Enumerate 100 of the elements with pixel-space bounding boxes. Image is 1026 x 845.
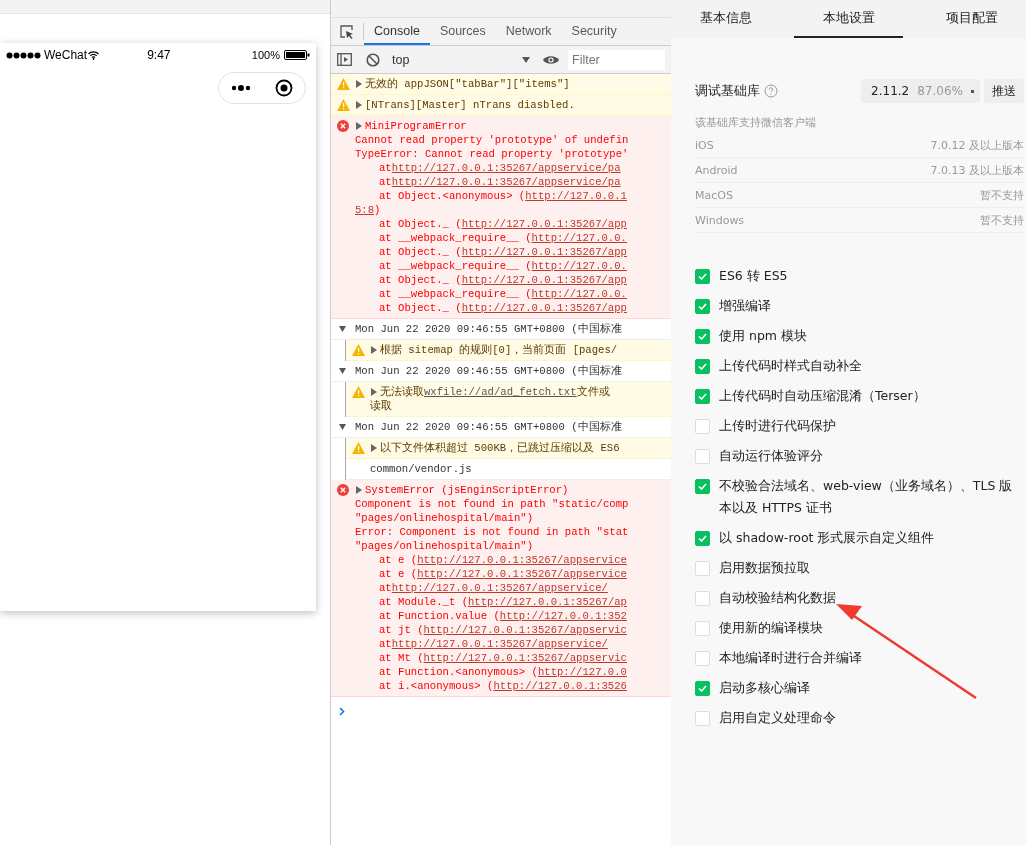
error-icon <box>337 120 349 132</box>
devtools-tab[interactable]: Security <box>561 18 627 45</box>
log-text: at <box>379 581 392 595</box>
checkbox[interactable] <box>695 269 710 284</box>
log-link[interactable]: http://127.0.0.1:352 <box>499 609 627 623</box>
log-link[interactable]: http://127.0.0.1:35267/app <box>461 273 627 287</box>
library-label: 调试基础库 <box>695 82 760 100</box>
error-icon <box>337 484 349 496</box>
log-text: at jt ( <box>379 623 424 637</box>
check-icon <box>698 483 707 490</box>
prompt-chevron-icon <box>339 707 345 716</box>
expand-triangle-icon[interactable] <box>370 388 377 396</box>
error-title: MiniProgramError <box>365 119 467 133</box>
log-link[interactable]: http://127.0.0.1:35267/app <box>461 217 627 231</box>
checkbox[interactable] <box>695 479 710 494</box>
log-link[interactable]: http://127.0.0.1:35267/appservic <box>423 623 627 637</box>
warning-icon <box>337 99 350 111</box>
sidebar-toggle-icon[interactable] <box>337 53 352 66</box>
log-link[interactable]: http://127.0.0.1:35267/app <box>461 245 627 259</box>
log-link[interactable]: http://127.0.0. <box>531 231 627 245</box>
collapse-triangle-icon[interactable] <box>339 325 346 333</box>
log-text: ) <box>374 203 381 217</box>
log-link[interactable]: http://127.0.0.1:35267/ap <box>468 595 627 609</box>
log-text: 以下文件体积超过 500KB，已跳过压缩以及 ES6 <box>380 441 620 455</box>
expand-triangle-icon[interactable] <box>370 346 377 354</box>
push-button[interactable]: 推送 <box>984 79 1024 103</box>
collapse-triangle-icon[interactable] <box>339 367 346 375</box>
check-icon <box>698 303 707 310</box>
option-label: 启用数据预拉取 <box>719 559 810 577</box>
settings-tab[interactable]: 本地设置 <box>794 0 903 38</box>
settings-tab[interactable]: 项目配置 <box>917 0 1026 38</box>
collapse-triangle-icon[interactable] <box>339 423 346 431</box>
log-link[interactable]: wxfile://ad/ad_fetch.txt <box>424 385 577 399</box>
option-label: 启动多核心编译 <box>719 679 810 697</box>
filter-field[interactable]: Filter <box>568 49 665 70</box>
log-link[interactable]: http://127.0.0.1:35267/appservice <box>417 567 627 581</box>
devtools-tab[interactable]: Network <box>495 18 562 45</box>
log-text: at Object._ ( <box>379 273 462 287</box>
checkbox[interactable] <box>695 359 710 374</box>
log-link[interactable]: http://127.0.0 <box>537 665 627 679</box>
check-icon <box>698 685 707 692</box>
devtools-tab[interactable]: Sources <box>429 18 496 45</box>
platform-name: Android <box>695 163 738 177</box>
inspect-icon[interactable] <box>339 23 355 40</box>
log-link[interactable]: http://127.0.0.1:35267/appservice/ <box>391 637 608 651</box>
platform-support: 暂不支持 <box>980 212 1024 228</box>
option-label: 使用 npm 模块 <box>719 327 807 345</box>
expand-triangle-icon[interactable] <box>355 486 362 494</box>
log-text: 无效的 appJSON["tabBar"]["items"] <box>365 77 570 91</box>
log-text: at __webpack_require__ ( <box>379 259 532 273</box>
close-icon[interactable] <box>275 79 293 97</box>
log-text: at Object._ ( <box>379 301 462 315</box>
log-link[interactable]: http://127.0.0.1:3526 <box>493 679 627 693</box>
log-link[interactable]: http://127.0.0. <box>531 259 627 273</box>
checkbox[interactable] <box>695 299 710 314</box>
log-text: at <box>379 161 392 175</box>
option-label: 不校验合法域名、web-view（业务域名）、TLS 版本以及 HTTPS 证书 <box>719 477 1014 517</box>
log-link[interactable]: 5:8 <box>355 203 375 217</box>
checkbox[interactable] <box>695 389 710 404</box>
checkbox[interactable] <box>695 681 710 696</box>
checkbox[interactable] <box>695 329 710 344</box>
log-link[interactable]: http://127.0.0. <box>531 287 627 301</box>
platform-support: 7.0.13 及以上版本 <box>930 162 1024 178</box>
option-label: 以 shadow-root 形式展示自定义组件 <box>719 529 935 547</box>
log-text: "pages/onlinehospital/main") <box>355 539 533 553</box>
context-select[interactable]: top <box>388 52 534 67</box>
log-link[interactable]: http://127.0.0.1:35267/app <box>461 301 627 315</box>
log-link[interactable]: http://127.0.0.1:35267/appservice/ <box>391 581 608 595</box>
expand-triangle-icon[interactable] <box>355 122 362 130</box>
option-label: 上传代码时自动压缩混淆（Terser） <box>719 387 926 405</box>
check-icon <box>698 363 707 370</box>
option-label: 本地编译时进行合并编译 <box>719 649 862 667</box>
log-text: at Object.<anonymous> ( <box>379 189 526 203</box>
log-text: at Function.value ( <box>379 609 500 623</box>
clear-icon[interactable] <box>366 52 380 67</box>
log-text: at <box>379 637 392 651</box>
option-label: 增强编译 <box>719 297 771 315</box>
log-text: "pages/onlinehospital/main") <box>355 511 533 525</box>
log-link[interactable]: http://127.0.0.1 <box>525 189 627 203</box>
caret-icon <box>971 89 974 93</box>
log-link[interactable]: http://127.0.0.1:35267/appservice <box>417 553 627 567</box>
check-icon <box>698 273 707 280</box>
log-link[interactable]: http://127.0.0.1:35267/appservice/pa <box>391 175 621 189</box>
expand-triangle-icon[interactable] <box>355 80 362 88</box>
platform-support: 7.0.12 及以上版本 <box>930 137 1024 153</box>
log-text: 无法读取 <box>380 385 424 399</box>
option-label: 上传时进行代码保护 <box>719 417 836 435</box>
log-link[interactable]: http://127.0.0.1:35267/appservic <box>423 651 627 665</box>
expand-triangle-icon[interactable] <box>370 444 377 452</box>
checkbox[interactable] <box>695 531 710 546</box>
log-text: at e ( <box>379 553 418 567</box>
error-title: SystemError (jsEnginScriptError) <box>365 483 569 497</box>
log-text: at Function.<anonymous> ( <box>379 665 538 679</box>
expand-triangle-icon[interactable] <box>355 101 362 109</box>
settings-tab[interactable]: 基本信息 <box>671 0 780 38</box>
more-icon[interactable] <box>231 85 251 91</box>
eye-icon[interactable] <box>542 54 560 65</box>
log-link[interactable]: http://127.0.0.1:35267/appservice/pa <box>391 161 621 175</box>
library-version-select[interactable]: 2.11.2 87.06% <box>861 79 980 103</box>
platform-support: 暂不支持 <box>980 187 1024 203</box>
